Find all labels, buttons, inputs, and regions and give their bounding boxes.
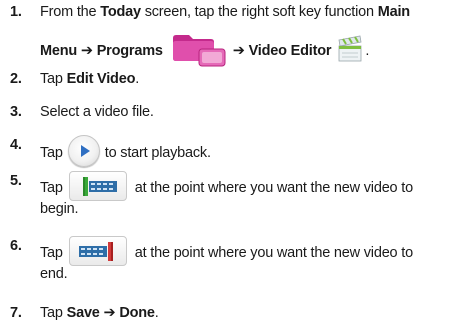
step-text: Tap to start playback. [40,135,464,169]
step-text-line-2: Menu ➔ Programs ➔ Video Editor . [40,33,369,69]
step-number: 3. [10,104,22,120]
play-icon [67,135,100,167]
programs-folder-icon [171,32,227,68]
step-number: 1. [10,4,22,20]
step-text: Select a video file. [40,104,154,120]
step-number: 7. [10,305,22,321]
step-number: 4. [10,137,22,153]
video-editor-icon [335,34,365,64]
step-number: 6. [10,238,22,254]
mark-end-icon [68,236,127,266]
step-number: 2. [10,71,22,87]
step-text: Tap Save ➔ Done. [40,305,159,321]
step-text: Tap at the point where you want the new … [40,236,464,268]
instruction-list: 1. From the Today screen, tap the right … [0,0,472,332]
mark-begin-icon [68,171,127,201]
step-text: Tap at the point where you want the new … [40,171,464,203]
step-text-line-2: end. [40,266,68,282]
step-text-line-2: begin. [40,201,79,217]
step-text: Tap Edit Video. [40,71,140,87]
step-text: From the Today screen, tap the right sof… [40,4,410,20]
step-number: 5. [10,173,22,189]
